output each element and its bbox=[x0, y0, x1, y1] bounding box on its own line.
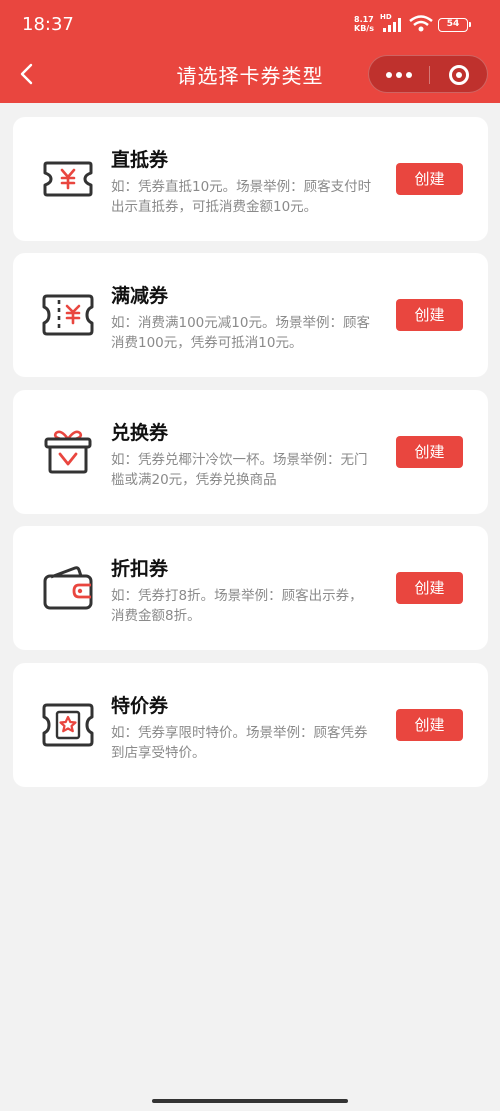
navigation-bar: 请选择卡券类型 bbox=[0, 50, 500, 103]
mini-program-capsule bbox=[368, 55, 488, 93]
top-bar: 18:37 8.17 KB/s HD 54 请选择卡券类型 bbox=[0, 0, 500, 103]
more-menu-icon[interactable] bbox=[369, 56, 429, 94]
create-button[interactable]: 创建 bbox=[396, 299, 463, 331]
coupon-card-special-price: 特价券 如：凭券享限时特价。场景举例：顾客凭券到店享受特价。 创建 bbox=[13, 663, 488, 787]
coupon-title: 兑换券 bbox=[111, 422, 169, 444]
star-ticket-icon bbox=[42, 703, 94, 747]
close-target-icon[interactable] bbox=[430, 56, 489, 94]
create-button[interactable]: 创建 bbox=[396, 436, 463, 468]
home-indicator[interactable] bbox=[152, 1099, 348, 1103]
battery-indicator: 54 bbox=[438, 18, 471, 32]
gift-box-icon bbox=[44, 430, 92, 474]
wifi-icon bbox=[409, 15, 433, 32]
coupon-description: 如：消费满100元减10元。场景举例：顾客消费100元，凭券可抵消10元。 bbox=[111, 315, 370, 351]
coupon-description: 如：凭券直抵10元。场景举例：顾客支付时出示直抵券，可抵消费金额10元。 bbox=[111, 179, 372, 215]
coupon-description: 如：凭券享限时特价。场景举例：顾客凭券到店享受特价。 bbox=[111, 725, 368, 761]
create-button[interactable]: 创建 bbox=[396, 163, 463, 195]
yuan-ticket-icon bbox=[43, 161, 93, 197]
coupon-card-discount: 折扣券 如：凭券打8折。场景举例：顾客出示券，消费金额8折。 创建 bbox=[13, 526, 488, 650]
coupon-card-direct-deduction: 直抵券 如：凭券直抵10元。场景举例：顾客支付时出示直抵券，可抵消费金额10元。… bbox=[13, 117, 488, 241]
coupon-title: 特价券 bbox=[111, 695, 169, 717]
status-time: 18:37 bbox=[22, 14, 74, 35]
coupon-description: 如：凭券打8折。场景举例：顾客出示券，消费金额8折。 bbox=[111, 588, 363, 624]
status-bar: 18:37 8.17 KB/s HD 54 bbox=[0, 0, 500, 50]
coupon-card-spend-reduce: 满减券 如：消费满100元减10元。场景举例：顾客消费100元，凭券可抵消10元… bbox=[13, 253, 488, 377]
dashed-yuan-ticket-icon bbox=[42, 294, 94, 336]
coupon-description: 如：凭券兑椰汁冷饮一杯。场景举例：无门槛或满20元，凭券兑换商品 bbox=[111, 452, 368, 488]
coupon-title: 折扣券 bbox=[111, 558, 169, 580]
create-button[interactable]: 创建 bbox=[396, 572, 463, 604]
wallet-icon bbox=[43, 566, 93, 610]
network-speed: 8.17 KB/s bbox=[354, 15, 374, 33]
coupon-title: 直抵券 bbox=[111, 149, 169, 171]
create-button[interactable]: 创建 bbox=[396, 709, 463, 741]
coupon-title: 满减券 bbox=[111, 285, 169, 307]
signal-icon bbox=[383, 18, 401, 32]
coupon-card-exchange: 兑换券 如：凭券兑椰汁冷饮一杯。场景举例：无门槛或满20元，凭券兑换商品 创建 bbox=[13, 390, 488, 514]
